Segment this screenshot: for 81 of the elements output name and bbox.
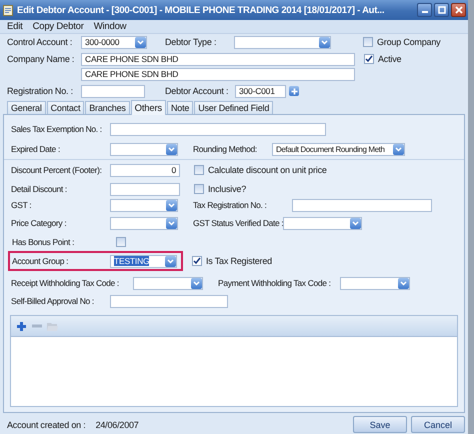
menu-item[interactable]: Edit (7, 21, 23, 32)
chevron-icon (400, 280, 407, 286)
text-field[interactable]: CARE PHONE SDN BHD (81, 68, 355, 80)
tab[interactable]: Others (130, 100, 166, 115)
created-date: 24/06/2007 (96, 420, 139, 430)
chevron-icon (321, 40, 328, 44)
field-label: Expired Date : (11, 144, 61, 154)
field-label: Debtor Type : (165, 37, 218, 47)
tab[interactable]: Branches (85, 101, 130, 114)
add-button[interactable] (289, 86, 299, 96)
text-field[interactable] (81, 84, 145, 98)
field-label: Self-Billed Approval No : (11, 296, 95, 306)
text-field[interactable]: CARE PHONE SDN BHD (81, 52, 355, 66)
checkbox-label: Group Company (377, 37, 440, 47)
field-label: GST Status Verified Date : (193, 218, 283, 228)
checkbox-label: Is Tax Registered (206, 256, 272, 266)
document-icon (3, 4, 13, 16)
text-field[interactable] (110, 294, 228, 308)
dialog-button[interactable]: Cancel (411, 416, 465, 433)
text-field[interactable]: 0 (110, 164, 180, 176)
created-label: Account created on : (7, 420, 86, 430)
add-icon[interactable] (16, 320, 27, 332)
field-label: Tax Registration No. : (193, 200, 268, 210)
field-label: Payment Withholding Tax Code : (218, 278, 332, 288)
field-label: Detail Discount : (11, 184, 68, 194)
text-field[interactable] (110, 122, 326, 136)
chevron-icon (352, 220, 359, 226)
tab[interactable]: Contact (46, 101, 84, 114)
window-title: Edit Debtor Account - [300-C001] - MOBILE PHONE TRADING 2014 [18/01/2017] - Aut... (17, 4, 384, 16)
text-field[interactable] (110, 182, 180, 196)
chevron-icon (137, 40, 144, 44)
close-icon (454, 6, 462, 14)
checkbox-label: Inclusive? (208, 184, 246, 194)
chevron-icon (168, 202, 175, 208)
dropdown-field[interactable]: 300-0000 (81, 36, 147, 48)
dropdown-field[interactable] (234, 36, 331, 48)
close-button[interactable] (451, 3, 466, 17)
field-label: Discount Percent (Footer): (11, 165, 103, 175)
dropdown-field[interactable] (110, 198, 178, 212)
field-label: Debtor Account : (165, 86, 230, 96)
menu-item[interactable]: Copy Debtor (32, 21, 84, 32)
field-label: Has Bonus Point : (12, 237, 76, 247)
chevron-icon (167, 258, 174, 264)
field-label: Registration No. : (7, 86, 74, 96)
tab[interactable]: General (7, 101, 46, 114)
dropdown-field[interactable] (110, 142, 178, 156)
dropdown-field[interactable] (283, 216, 362, 230)
dropdown-field[interactable]: TESTING (110, 254, 177, 268)
field-label: Price Category : (11, 218, 68, 228)
field-label: GST : (11, 200, 32, 210)
chevron-icon (193, 280, 200, 286)
checkbox[interactable] (364, 54, 374, 64)
field-label: Company Name : (7, 54, 76, 64)
checkbox[interactable] (194, 165, 204, 175)
dropdown-field[interactable] (133, 276, 203, 290)
chevron-icon (395, 146, 402, 152)
field-label: Control Account : (7, 37, 74, 47)
field-label: Sales Tax Exemption No. : (11, 124, 103, 134)
field-label: Account Group : (12, 256, 70, 266)
dialog-button[interactable]: Save (353, 416, 407, 433)
checkbox[interactable] (192, 256, 202, 266)
chevron-icon (168, 146, 175, 152)
tab[interactable]: User Defined Field (194, 101, 274, 114)
minimize-button[interactable] (417, 3, 432, 17)
text-field[interactable]: 300-C001 (235, 84, 286, 98)
menu-item[interactable]: Window (94, 21, 126, 32)
maximize-button[interactable] (434, 3, 449, 17)
checkbox-label: Calculate discount on unit price (208, 165, 327, 175)
dropdown-field[interactable] (110, 216, 178, 230)
dropdown-field[interactable] (340, 276, 410, 290)
field-label: Rounding Method: (193, 144, 258, 154)
checkbox[interactable] (116, 237, 126, 247)
chevron-icon (168, 220, 175, 226)
text-field[interactable] (292, 198, 432, 212)
checkbox-label: Active (378, 54, 402, 64)
tab[interactable]: Note (166, 101, 194, 114)
checkbox[interactable] (363, 37, 373, 47)
maximize-icon (438, 6, 446, 14)
checkbox[interactable] (194, 184, 204, 194)
dropdown-field[interactable]: Default Document Rounding Meth (272, 142, 405, 156)
field-label: Receipt Withholding Tax Code : (11, 278, 120, 288)
